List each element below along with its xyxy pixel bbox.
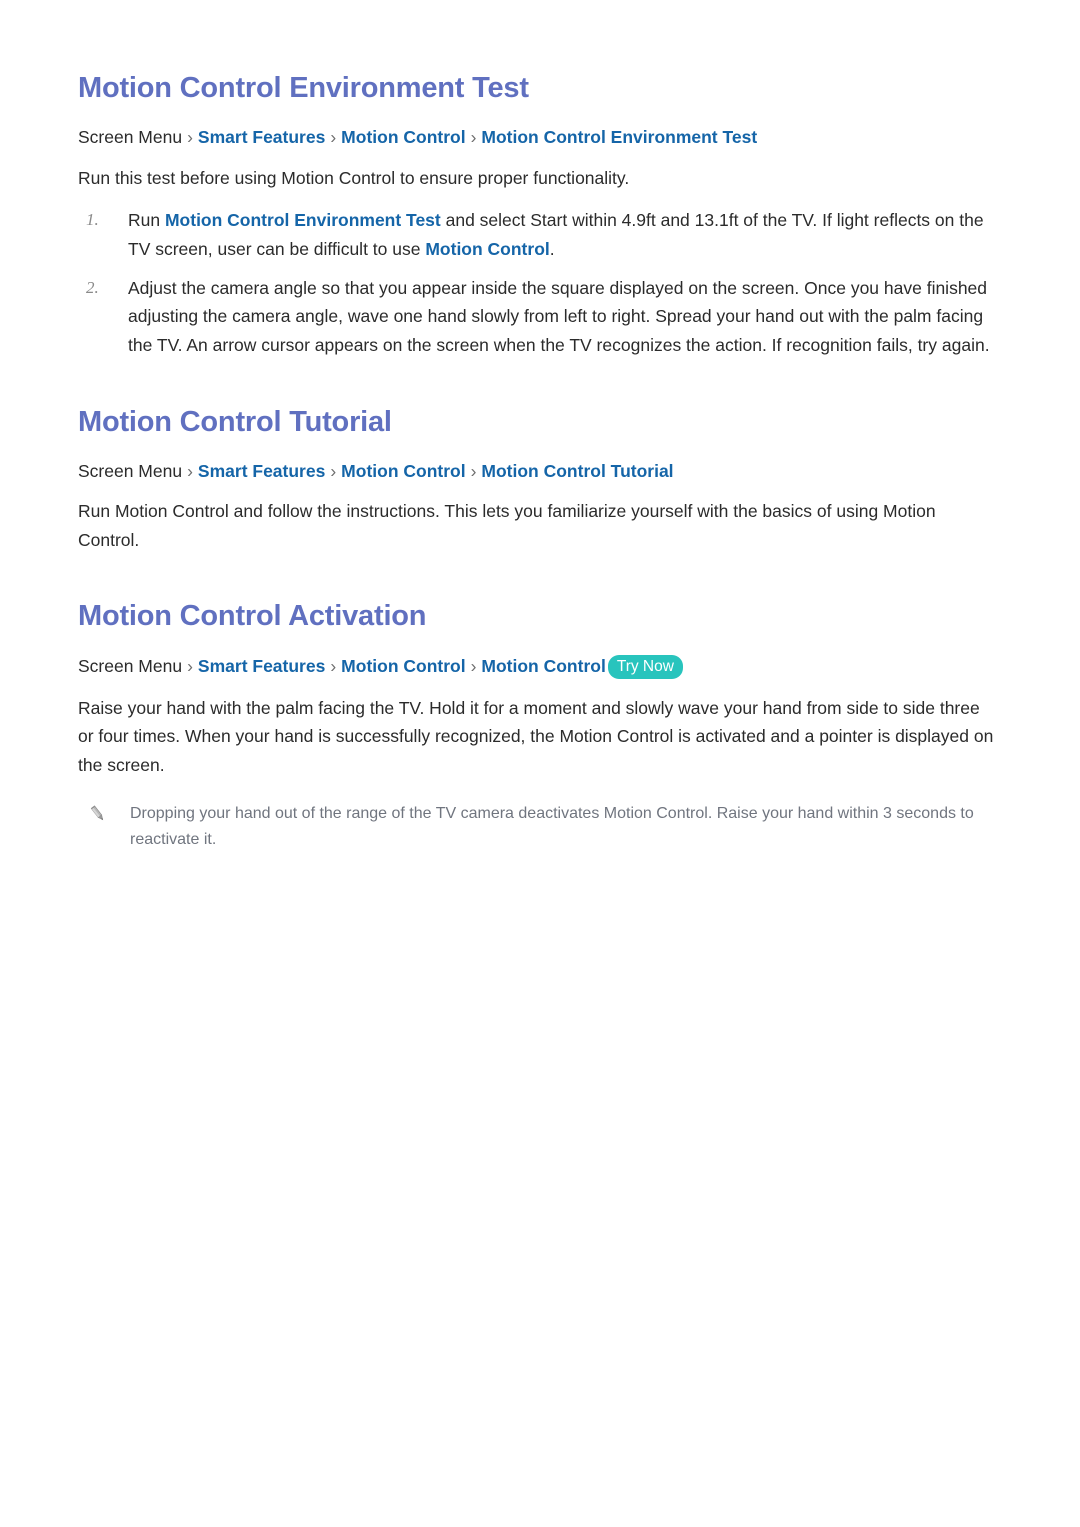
step-text-fragment: . <box>549 238 555 259</box>
document-content: Motion Control Environment Test Screen M… <box>78 72 1000 853</box>
section-intro-text: Run Motion Control and follow the instru… <box>78 501 936 550</box>
try-now-badge[interactable]: Try Now <box>607 654 683 679</box>
breadcrumb-link-motion-control-tutorial[interactable]: Motion Control Tutorial <box>481 461 673 481</box>
list-item: 1. Run Motion Control Environment Test an… <box>78 206 1000 263</box>
section-motion-control-activation: Motion Control Activation Screen Menu › Sm… <box>78 600 1000 853</box>
breadcrumb: Screen Menu › Smart Features › Motion Contro… <box>78 125 1000 150</box>
breadcrumb-root: Screen Menu <box>78 655 183 676</box>
breadcrumb-link-motion-control-2[interactable]: Motion Control <box>481 656 605 676</box>
list-item-text: Run Motion Control Environment Test and … <box>128 210 984 259</box>
breadcrumb-separator: › <box>187 655 193 676</box>
breadcrumb-separator: › <box>187 127 193 148</box>
note-block: Dropping your hand out of the range of t… <box>78 801 1000 853</box>
section-intro-text: Run this test before using Motion Contro… <box>78 167 630 188</box>
breadcrumb: Screen Menu › Smart Features › Motion Contro… <box>78 654 1000 681</box>
breadcrumb-separator: › <box>187 460 193 481</box>
breadcrumb-link-smart-features[interactable]: Smart Features <box>198 656 325 676</box>
breadcrumb-separator: › <box>470 460 477 481</box>
pencil-icon <box>88 804 108 824</box>
breadcrumb-root: Screen Menu <box>78 460 183 481</box>
note-text: Dropping your hand out of the range of t… <box>130 805 974 848</box>
breadcrumb-separator: › <box>470 127 477 148</box>
list-item-number: 2. <box>86 277 99 297</box>
page-title: Motion Control Activation <box>78 600 427 633</box>
list-item-text: Adjust the camera angle so that you appe… <box>128 277 990 355</box>
inline-link-motion-control-environment-test[interactable]: Motion Control Environment Test <box>165 210 441 230</box>
breadcrumb-link-smart-features[interactable]: Smart Features <box>198 127 325 147</box>
breadcrumb-link-motion-control[interactable]: Motion Control <box>341 127 465 147</box>
page-title: Motion Control Tutorial <box>78 405 392 438</box>
breadcrumb-link-motion-control[interactable]: Motion Control <box>341 461 465 481</box>
breadcrumb-link-motion-control[interactable]: Motion Control <box>341 656 465 676</box>
breadcrumb: Screen Menu › Smart Features › Motion Contro… <box>78 459 1000 484</box>
page-title: Motion Control Environment Test <box>78 72 529 104</box>
steps-list: 1. Run Motion Control Environment Test an… <box>78 206 1000 359</box>
breadcrumb-link-smart-features[interactable]: Smart Features <box>198 461 325 481</box>
inline-link-motion-control[interactable]: Motion Control <box>425 239 549 259</box>
section-motion-control-tutorial: Motion Control Tutorial Screen Menu › Smar… <box>78 406 1000 555</box>
list-item: 2. Adjust the camera angle so that you ap… <box>78 274 1000 360</box>
section-motion-control-environment-test: Motion Control Environment Test Screen M… <box>78 72 1000 360</box>
breadcrumb-link-motion-control-environment-test[interactable]: Motion Control Environment Test <box>481 127 757 147</box>
breadcrumb-separator: › <box>330 655 337 676</box>
document-page: Motion Control Environment Test Screen M… <box>0 0 1080 1527</box>
step-text-fragment: Run <box>128 210 165 231</box>
breadcrumb-root: Screen Menu <box>78 127 183 148</box>
breadcrumb-separator: › <box>330 127 337 148</box>
breadcrumb-separator: › <box>330 460 337 481</box>
list-item-number: 1. <box>86 210 99 230</box>
section-intro-text: Raise your hand with the palm facing the… <box>78 698 994 775</box>
breadcrumb-separator: › <box>470 655 477 676</box>
